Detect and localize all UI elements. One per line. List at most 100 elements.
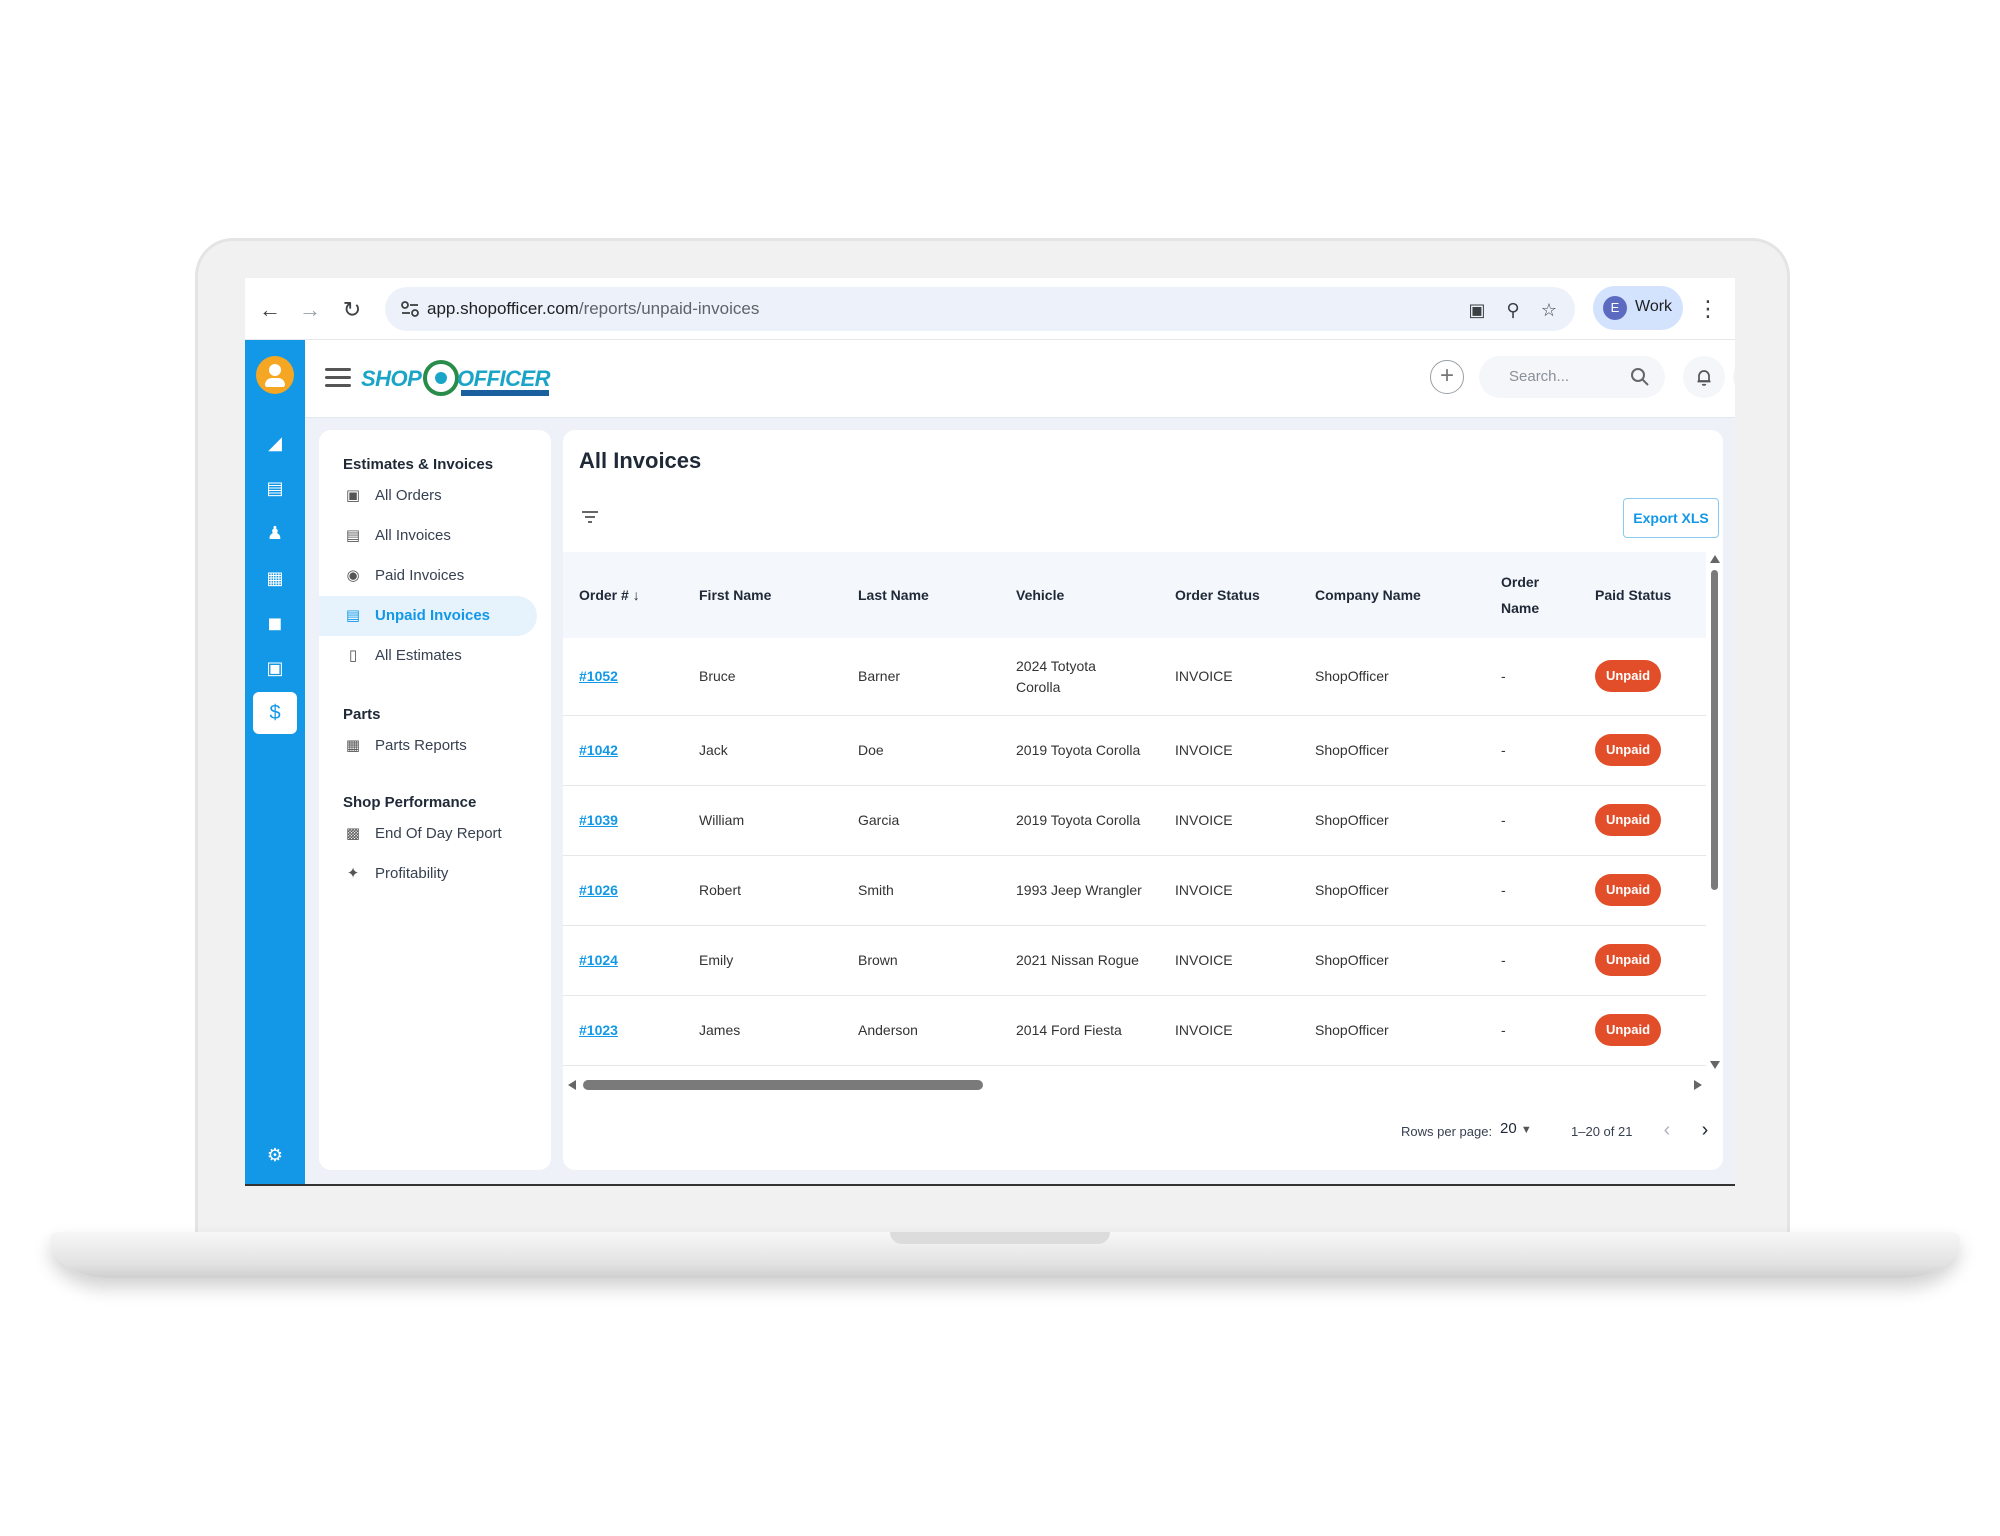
messages-button[interactable] — [1733, 356, 1735, 398]
sidebar-item-all-orders[interactable]: ▣ All Orders — [319, 476, 537, 516]
first-name-cell: James — [699, 1022, 741, 1038]
calendar-icon[interactable]: ▦ — [262, 565, 288, 591]
sidebar-item-label: All Estimates — [375, 647, 462, 664]
customers-icon[interactable]: ♟ — [262, 520, 288, 546]
bookmark-star-icon[interactable]: ☆ — [1537, 298, 1561, 322]
shopofficer-logo[interactable]: SHOP OFFICER — [361, 356, 551, 402]
site-settings-icon[interactable] — [399, 298, 421, 320]
sidebar-item-profitability[interactable]: ✦ Profitability — [319, 854, 537, 894]
order-link[interactable]: #1024 — [579, 950, 618, 971]
section-title-parts: Parts — [343, 706, 381, 723]
scroll-left-arrow-icon[interactable] — [567, 1079, 577, 1091]
horizontal-scroll-thumb[interactable] — [583, 1080, 983, 1090]
section-title-shop-performance: Shop Performance — [343, 794, 477, 811]
reload-icon[interactable]: ↻ — [337, 295, 367, 325]
next-page-icon[interactable]: › — [1693, 1118, 1717, 1142]
table-row[interactable]: #1024 Emily Brown 2021 Nissan Rogue INVO… — [563, 926, 1706, 996]
last-name-cell: Barner — [858, 668, 901, 684]
sidebar-item-paid-invoices[interactable]: ◉ Paid Invoices — [319, 556, 537, 596]
column-header-order[interactable]: Order # ↓ — [579, 582, 640, 608]
column-header-first-name[interactable]: First Name — [699, 582, 771, 608]
forward-icon[interactable]: → — [295, 295, 325, 325]
first-name-cell: William — [699, 812, 745, 828]
sort-arrow-down-icon[interactable]: ↓ — [633, 587, 640, 603]
report-icon: ▦ — [345, 737, 361, 754]
order-status-cell: INVOICE — [1175, 952, 1233, 968]
install-app-icon[interactable]: ▣ — [1465, 298, 1489, 322]
menu-hamburger-icon[interactable] — [325, 368, 351, 388]
shopping-bag-icon[interactable]: ◼ — [262, 610, 288, 636]
dashboard-gauge-icon[interactable]: ◢ — [262, 430, 288, 456]
order-status-cell: INVOICE — [1175, 882, 1233, 898]
sidebar-item-parts-reports[interactable]: ▦ Parts Reports — [319, 726, 537, 766]
status-badge: Unpaid — [1595, 734, 1661, 766]
order-link[interactable]: #1052 — [579, 666, 618, 687]
back-icon[interactable]: ← — [255, 295, 285, 325]
order-link[interactable]: #1026 — [579, 880, 618, 901]
order-link[interactable]: #1023 — [579, 1020, 618, 1041]
sidebar-item-unpaid-invoices[interactable]: ▤ Unpaid Invoices — [319, 596, 537, 636]
last-name-cell: Anderson — [858, 1022, 918, 1038]
table-row[interactable]: #1052 Bruce Barner 2024 Totyota Corolla I… — [563, 638, 1706, 716]
pagination-footer: Rows per page: 20 ▼ 1–20 of 21 ‹ › — [563, 1102, 1723, 1162]
sidebar-item-label: All Orders — [375, 487, 442, 504]
column-header-order-status[interactable]: Order Status — [1175, 582, 1260, 608]
rows-per-page-select[interactable]: 20 ▼ — [1500, 1120, 1532, 1137]
invoice-report-icon[interactable]: $ — [253, 692, 297, 734]
sidebar-item-label: Parts Reports — [375, 737, 467, 754]
settings-gear-icon[interactable]: ⚙ — [262, 1142, 288, 1168]
first-name-cell: Bruce — [699, 668, 736, 684]
add-new-button[interactable]: + — [1430, 360, 1464, 394]
table-row[interactable]: #1026 Robert Smith 1993 Jeep Wrangler IN… — [563, 856, 1706, 926]
sidebar-item-label: Profitability — [375, 865, 449, 882]
sidebar-item-label: End Of Day Report — [375, 825, 502, 842]
sidebar-item-all-invoices[interactable]: ▤ All Invoices — [319, 516, 537, 556]
vertical-scroll-thumb[interactable] — [1711, 570, 1718, 890]
address-bar[interactable]: app.shopofficer.com/reports/unpaid-invoi… — [385, 287, 1575, 331]
vehicle-cell: 1993 Jeep Wrangler — [1016, 882, 1142, 898]
table-row[interactable]: #1023 James Anderson 2014 Ford Fiesta IN… — [563, 996, 1706, 1066]
export-xls-button[interactable]: Export XLS — [1623, 498, 1719, 538]
vehicle-cell: 2019 Toyota Corolla — [1016, 742, 1141, 758]
last-name-cell: Brown — [858, 952, 898, 968]
column-header-paid-status[interactable]: Paid Status — [1595, 582, 1671, 608]
url-text: app.shopofficer.com/reports/unpaid-invoi… — [427, 299, 760, 318]
profile-button[interactable]: E Work — [1593, 286, 1683, 330]
table-header: Order # ↓ First Name Last Name Vehicle O… — [563, 552, 1706, 638]
order-link[interactable]: #1039 — [579, 810, 618, 831]
bell-icon — [1697, 370, 1711, 386]
company-name-cell: ShopOfficer — [1315, 812, 1389, 828]
column-header-company-name[interactable]: Company Name — [1315, 582, 1421, 608]
sidebar-item-end-of-day-report[interactable]: ▩ End Of Day Report — [319, 814, 537, 854]
box-icon: ▣ — [345, 487, 361, 504]
user-avatar[interactable] — [256, 356, 294, 394]
status-badge: Unpaid — [1595, 944, 1661, 976]
table-row[interactable]: #1042 Jack Doe 2019 Toyota Corolla INVOI… — [563, 716, 1706, 786]
browser-menu-icon[interactable]: ⋮ — [1697, 294, 1719, 324]
column-header-order-name[interactable]: Order Name — [1501, 569, 1539, 621]
search-input[interactable] — [1509, 368, 1619, 385]
logo-wheel-icon — [423, 360, 459, 396]
table-row[interactable]: #1039 William Garcia 2019 Toyota Corolla… — [563, 786, 1706, 856]
archive-icon[interactable]: ▣ — [262, 655, 288, 681]
filter-icon[interactable] — [579, 506, 601, 528]
list-icon: ▤ — [345, 607, 361, 624]
app-rail: ◢ ▤ ♟ ▦ ◼ ▣ $ ⚙ — [245, 340, 305, 1184]
scroll-down-arrow-icon[interactable] — [1709, 1060, 1721, 1070]
column-header-last-name[interactable]: Last Name — [858, 582, 929, 608]
sidebar-item-label: Paid Invoices — [375, 567, 465, 584]
company-name-cell: ShopOfficer — [1315, 1022, 1389, 1038]
column-header-vehicle[interactable]: Vehicle — [1016, 582, 1064, 608]
sidebar-item-all-estimates[interactable]: ▯ All Estimates — [319, 636, 537, 676]
previous-page-icon[interactable]: ‹ — [1655, 1118, 1679, 1142]
search-box[interactable] — [1479, 356, 1665, 398]
zoom-icon[interactable]: ⚲ — [1501, 298, 1525, 322]
clipboard-icon[interactable]: ▤ — [262, 475, 288, 501]
order-link[interactable]: #1042 — [579, 740, 618, 761]
notifications-button[interactable] — [1683, 356, 1725, 398]
logo-tagline-bar — [461, 390, 549, 396]
search-icon[interactable] — [1629, 366, 1651, 388]
browser-toolbar: ← → ↻ app.shopofficer.com/reports/unpaid… — [245, 278, 1735, 340]
scroll-up-arrow-icon[interactable] — [1709, 554, 1721, 564]
scroll-right-arrow-icon[interactable] — [1693, 1079, 1703, 1091]
